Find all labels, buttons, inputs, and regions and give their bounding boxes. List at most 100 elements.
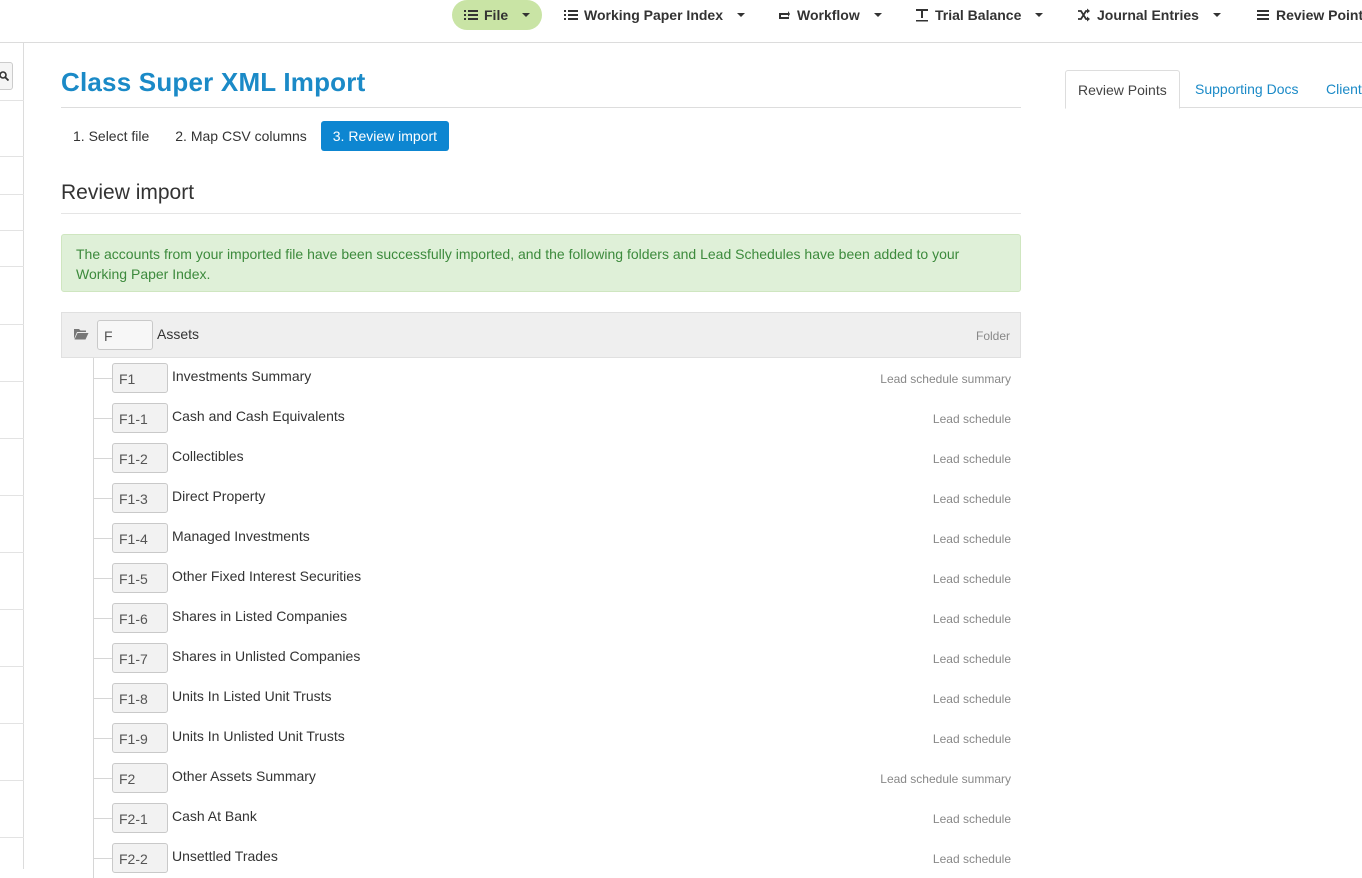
- folder-code-input[interactable]: F: [97, 320, 153, 350]
- tree-connector: [93, 818, 112, 819]
- tree-row: F1-8 Units In Listed Unit Trusts Lead sc…: [61, 678, 1021, 718]
- tree-connector: [93, 738, 112, 739]
- schedule-code-input[interactable]: F1: [112, 363, 168, 393]
- tree-row: F1-2 Collectibles Lead schedule: [61, 438, 1021, 478]
- tab-supporting-docs[interactable]: Supporting Docs: [1183, 70, 1311, 108]
- schedule-type: Lead schedule: [932, 612, 1011, 626]
- schedule-code-input[interactable]: F1-9: [112, 723, 168, 753]
- tree-row: F1 Investments Summary Lead schedule sum…: [61, 358, 1021, 398]
- schedule-name: Units In Listed Unit Trusts: [172, 688, 332, 704]
- loop-icon: [779, 11, 790, 19]
- tree-connector: [93, 498, 112, 499]
- sidebar-divider: [0, 609, 24, 610]
- nav-working-paper-index-menu[interactable]: Working Paper Index: [564, 0, 745, 30]
- tree-connector: [93, 658, 112, 659]
- folder-type: Folder: [975, 329, 1010, 343]
- step-select-file[interactable]: 1. Select file: [61, 121, 161, 151]
- chevron-down-icon: [1035, 13, 1044, 17]
- page-title: Class Super XML Import: [61, 67, 366, 97]
- nav-trial-balance-label: Trial Balance: [935, 7, 1022, 23]
- tree-connector: [93, 698, 112, 699]
- tree-connector: [93, 418, 112, 419]
- schedule-code-input[interactable]: F1-6: [112, 603, 168, 633]
- schedule-code-input[interactable]: F1-7: [112, 643, 168, 673]
- schedule-code-input[interactable]: F2-1: [112, 803, 168, 833]
- tree-row: F1-1 Cash and Cash Equivalents Lead sche…: [61, 398, 1021, 438]
- nav-trial-balance-menu[interactable]: Trial Balance: [915, 0, 1044, 30]
- nav-journal-entries-menu[interactable]: Journal Entries: [1077, 0, 1221, 30]
- shuffle-icon: [1078, 8, 1090, 22]
- sidebar-divider: [0, 438, 24, 439]
- sidebar-divider: [0, 837, 24, 838]
- schedule-type: Lead schedule: [932, 452, 1011, 466]
- sidebar-divider: [0, 194, 24, 195]
- step-map-csv-columns[interactable]: 2. Map CSV columns: [163, 121, 319, 151]
- chevron-down-icon: [873, 13, 882, 17]
- schedule-code-input[interactable]: F1-2: [112, 443, 168, 473]
- tree-connector: [93, 778, 112, 779]
- schedule-name: Other Assets Summary: [172, 768, 316, 784]
- schedule-type: Lead schedule: [932, 692, 1011, 706]
- schedule-name: Unsettled Trades: [172, 848, 278, 864]
- section-title: Review import: [61, 181, 195, 204]
- right-panel-tabs: Review Points Supporting Docs Client: [1065, 70, 1362, 109]
- list-icon: [1257, 10, 1269, 20]
- nav-workflow-menu[interactable]: Workflow: [777, 0, 882, 30]
- nav-file-label: File: [484, 7, 509, 23]
- nav-journal-entries-label: Journal Entries: [1097, 7, 1199, 23]
- schedule-type: Lead schedule: [932, 412, 1011, 426]
- top-navigation: File Working Paper Index Workflow Trial …: [0, 0, 1362, 43]
- sidebar-divider: [0, 156, 24, 157]
- list-icon: [564, 10, 578, 20]
- chevron-down-icon: [522, 13, 531, 17]
- sidebar-divider: [0, 666, 24, 667]
- schedule-code-input[interactable]: F1-8: [112, 683, 168, 713]
- sidebar-divider: [0, 230, 24, 231]
- tree-row: F1-9 Units In Unlisted Unit Trusts Lead …: [61, 718, 1021, 758]
- tree-row: F1-4 Managed Investments Lead schedule: [61, 518, 1021, 558]
- tree-connector: [93, 858, 112, 859]
- schedule-name: Direct Property: [172, 488, 266, 504]
- tree-row: F2 Other Assets Summary Lead schedule su…: [61, 758, 1021, 798]
- nav-review-points-menu[interactable]: Review Point: [1256, 0, 1362, 30]
- sidebar-search-button[interactable]: [0, 62, 13, 90]
- section-divider: [61, 213, 1021, 214]
- schedule-code-input[interactable]: F2: [112, 763, 168, 793]
- schedule-name: Investments Summary: [172, 368, 312, 384]
- tree-row: F2-1 Cash At Bank Lead schedule: [61, 798, 1021, 838]
- list-icon: [464, 10, 478, 20]
- title-divider: [61, 107, 1021, 108]
- nav-review-points-label: Review Point: [1276, 7, 1362, 23]
- tree-connector: [93, 378, 112, 379]
- sidebar-divider: [0, 266, 24, 267]
- lead-schedule-tree: F1 Investments Summary Lead schedule sum…: [61, 358, 1021, 878]
- schedule-code-input[interactable]: F1-1: [112, 403, 168, 433]
- schedule-name: Units In Unlisted Unit Trusts: [172, 728, 345, 744]
- sidebar-divider: [0, 324, 24, 325]
- schedule-type: Lead schedule: [932, 532, 1011, 546]
- schedule-name: Cash and Cash Equivalents: [172, 408, 345, 424]
- schedule-code-input[interactable]: F1-4: [112, 523, 168, 553]
- folder-open-icon: [74, 329, 89, 340]
- schedule-type: Lead schedule: [932, 652, 1011, 666]
- tab-review-points[interactable]: Review Points: [1065, 70, 1180, 109]
- sidebar-divider: [0, 552, 24, 553]
- schedule-name: Shares in Unlisted Companies: [172, 648, 361, 664]
- schedule-type: Lead schedule: [932, 572, 1011, 586]
- schedule-type: Lead schedule: [932, 732, 1011, 746]
- sidebar-divider: [0, 495, 24, 496]
- tree-connector: [93, 538, 112, 539]
- schedule-type: Lead schedule summary: [880, 372, 1011, 386]
- step-review-import[interactable]: 3. Review import: [320, 121, 450, 151]
- tab-client[interactable]: Client: [1314, 70, 1362, 108]
- tree-connector: [93, 458, 112, 459]
- tree-row: F1-6 Shares in Listed Companies Lead sch…: [61, 598, 1021, 638]
- chevron-down-icon: [737, 13, 745, 17]
- schedule-type: Lead schedule: [932, 492, 1011, 506]
- sidebar-divider: [0, 381, 24, 382]
- left-sidebar: [0, 43, 24, 869]
- schedule-code-input[interactable]: F1-5: [112, 563, 168, 593]
- schedule-code-input[interactable]: F1-3: [112, 483, 168, 513]
- nav-file-menu[interactable]: File: [452, 0, 543, 30]
- text-format-icon: [916, 9, 928, 22]
